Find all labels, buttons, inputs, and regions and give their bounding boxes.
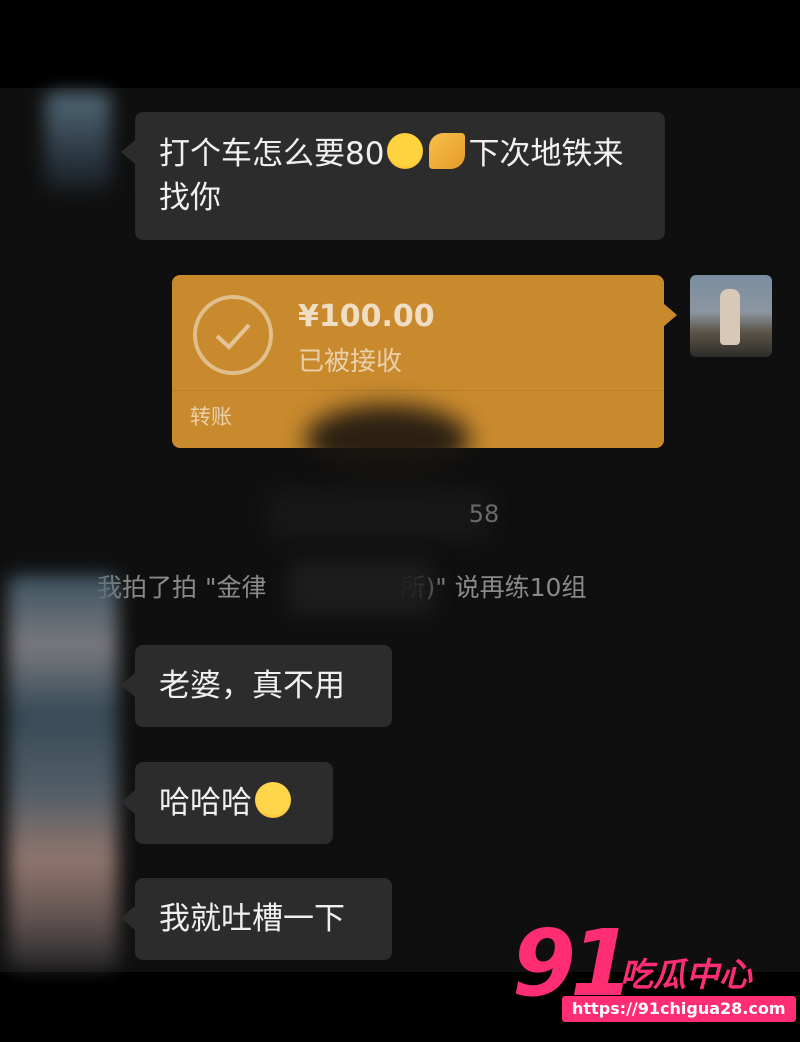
cry-laugh-emoji-icon [387,133,424,169]
redaction-smudge [305,405,470,475]
timestamp-text: 58 [468,500,500,528]
contact-avatar[interactable] [8,575,118,970]
watermark-url: https://91chigua28.com [562,996,796,1022]
message-bubble[interactable]: 我就吐槽一下 [121,878,392,960]
self-avatar[interactable] [690,275,772,357]
grin-emoji-icon [255,782,291,818]
message-text: 我就吐槽一下 [159,901,345,937]
message-bubble[interactable]: 打个车怎么要80 下次地铁来找你 [121,112,665,240]
timestamp: 58 [0,500,800,528]
transfer-tail [663,303,677,327]
transfer-status: 已被接收 [298,347,403,377]
clap-emoji-icon [429,133,466,169]
transfer-amount: ¥100.00 [298,299,435,334]
site-watermark: 91 吃瓜中心 https://91chigua28.com [512,918,796,1030]
message-text: 哈哈哈 [159,785,252,821]
message-bubble[interactable]: 老婆，真不用 [121,645,392,727]
contact-avatar[interactable] [45,92,111,192]
avatar-figure [720,289,740,345]
message-text: 打个车怎么要80 [159,136,385,172]
transfer-label: 转账 [190,405,232,429]
pat-redaction [288,560,433,615]
divider [172,390,664,391]
message-bubble[interactable]: 哈哈哈 [121,762,333,844]
pat-prefix: 我拍了拍 "金律 [97,573,267,602]
check-circle-icon [193,295,273,375]
message-text: 老婆，真不用 [159,668,345,704]
watermark-title: 吃瓜中心 [620,955,752,994]
